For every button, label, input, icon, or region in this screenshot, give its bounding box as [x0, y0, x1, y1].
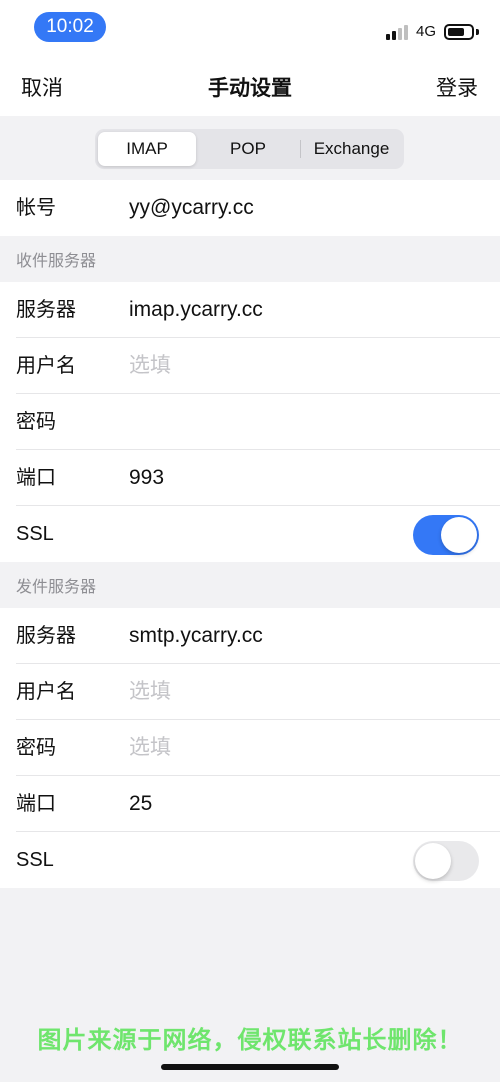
status-bar: 10:02 4G [0, 0, 500, 58]
outgoing-ssl-toggle[interactable] [413, 841, 479, 881]
incoming-ssl-toggle[interactable] [413, 515, 479, 555]
incoming-server-header-label: 收件服务器 [16, 253, 97, 270]
incoming-server-row: 服务器 [0, 282, 500, 338]
incoming-port-row: 端口 [0, 450, 500, 506]
segment-exchange[interactable]: Exchange [302, 132, 401, 166]
status-time: 10:02 [34, 12, 106, 42]
outgoing-password-input[interactable] [129, 720, 480, 776]
cancel-button[interactable]: 取消 [21, 58, 63, 116]
network-type: 4G [416, 23, 437, 40]
incoming-port-input[interactable] [129, 450, 480, 506]
incoming-port-label: 端口 [16, 467, 56, 489]
incoming-ssl-row: SSL [0, 506, 500, 562]
incoming-password-label: 密码 [16, 411, 56, 433]
incoming-password-row: 密码 [0, 394, 500, 450]
incoming-username-input[interactable] [129, 338, 480, 394]
segment-imap[interactable]: IMAP [98, 132, 196, 166]
battery-tip [476, 29, 479, 35]
outgoing-server-label: 服务器 [16, 625, 76, 647]
battery-icon [444, 24, 474, 40]
outgoing-port-label: 端口 [16, 793, 56, 815]
outgoing-password-row: 密码 [0, 720, 500, 776]
login-button[interactable]: 登录 [436, 58, 478, 116]
incoming-server-label: 服务器 [16, 299, 76, 321]
outgoing-username-input[interactable] [129, 664, 480, 720]
signal-icon [386, 24, 410, 40]
outgoing-port-row: 端口 [0, 776, 500, 832]
protocol-segment-area: IMAP POP Exchange [0, 116, 500, 180]
outgoing-port-input[interactable] [129, 776, 480, 832]
outgoing-ssl-label: SSL [16, 849, 54, 871]
incoming-username-label: 用户名 [16, 355, 76, 377]
outgoing-server-header: 发件服务器 [0, 562, 500, 608]
segment-pop[interactable]: POP [198, 132, 298, 166]
outgoing-username-row: 用户名 [0, 664, 500, 720]
watermark-text: 图片来源于网络，侵权联系站长删除！ [37, 1027, 463, 1054]
segment-divider [300, 140, 301, 158]
incoming-server-header: 收件服务器 [0, 236, 500, 282]
nav-bar: 取消 手动设置 登录 [0, 58, 500, 116]
outgoing-username-label: 用户名 [16, 681, 76, 703]
incoming-server-input[interactable] [129, 282, 480, 338]
account-input[interactable] [129, 180, 480, 236]
page-title-wrap: 手动设置 [0, 58, 500, 116]
outgoing-server-input[interactable] [129, 608, 480, 664]
account-label: 帐号 [16, 197, 56, 219]
incoming-username-row: 用户名 [0, 338, 500, 394]
account-row: 帐号 [0, 180, 500, 236]
toggle-knob [441, 517, 477, 553]
toggle-knob [415, 843, 451, 879]
incoming-password-input[interactable] [129, 394, 480, 450]
incoming-ssl-label: SSL [16, 523, 54, 545]
page-title: 手动设置 [208, 77, 292, 100]
outgoing-ssl-row: SSL [0, 832, 500, 888]
outgoing-server-header-label: 发件服务器 [16, 579, 97, 596]
protocol-segmented-control: IMAP POP Exchange [95, 129, 404, 169]
outgoing-server-row: 服务器 [0, 608, 500, 664]
home-indicator[interactable] [161, 1064, 339, 1070]
outgoing-password-label: 密码 [16, 737, 56, 759]
